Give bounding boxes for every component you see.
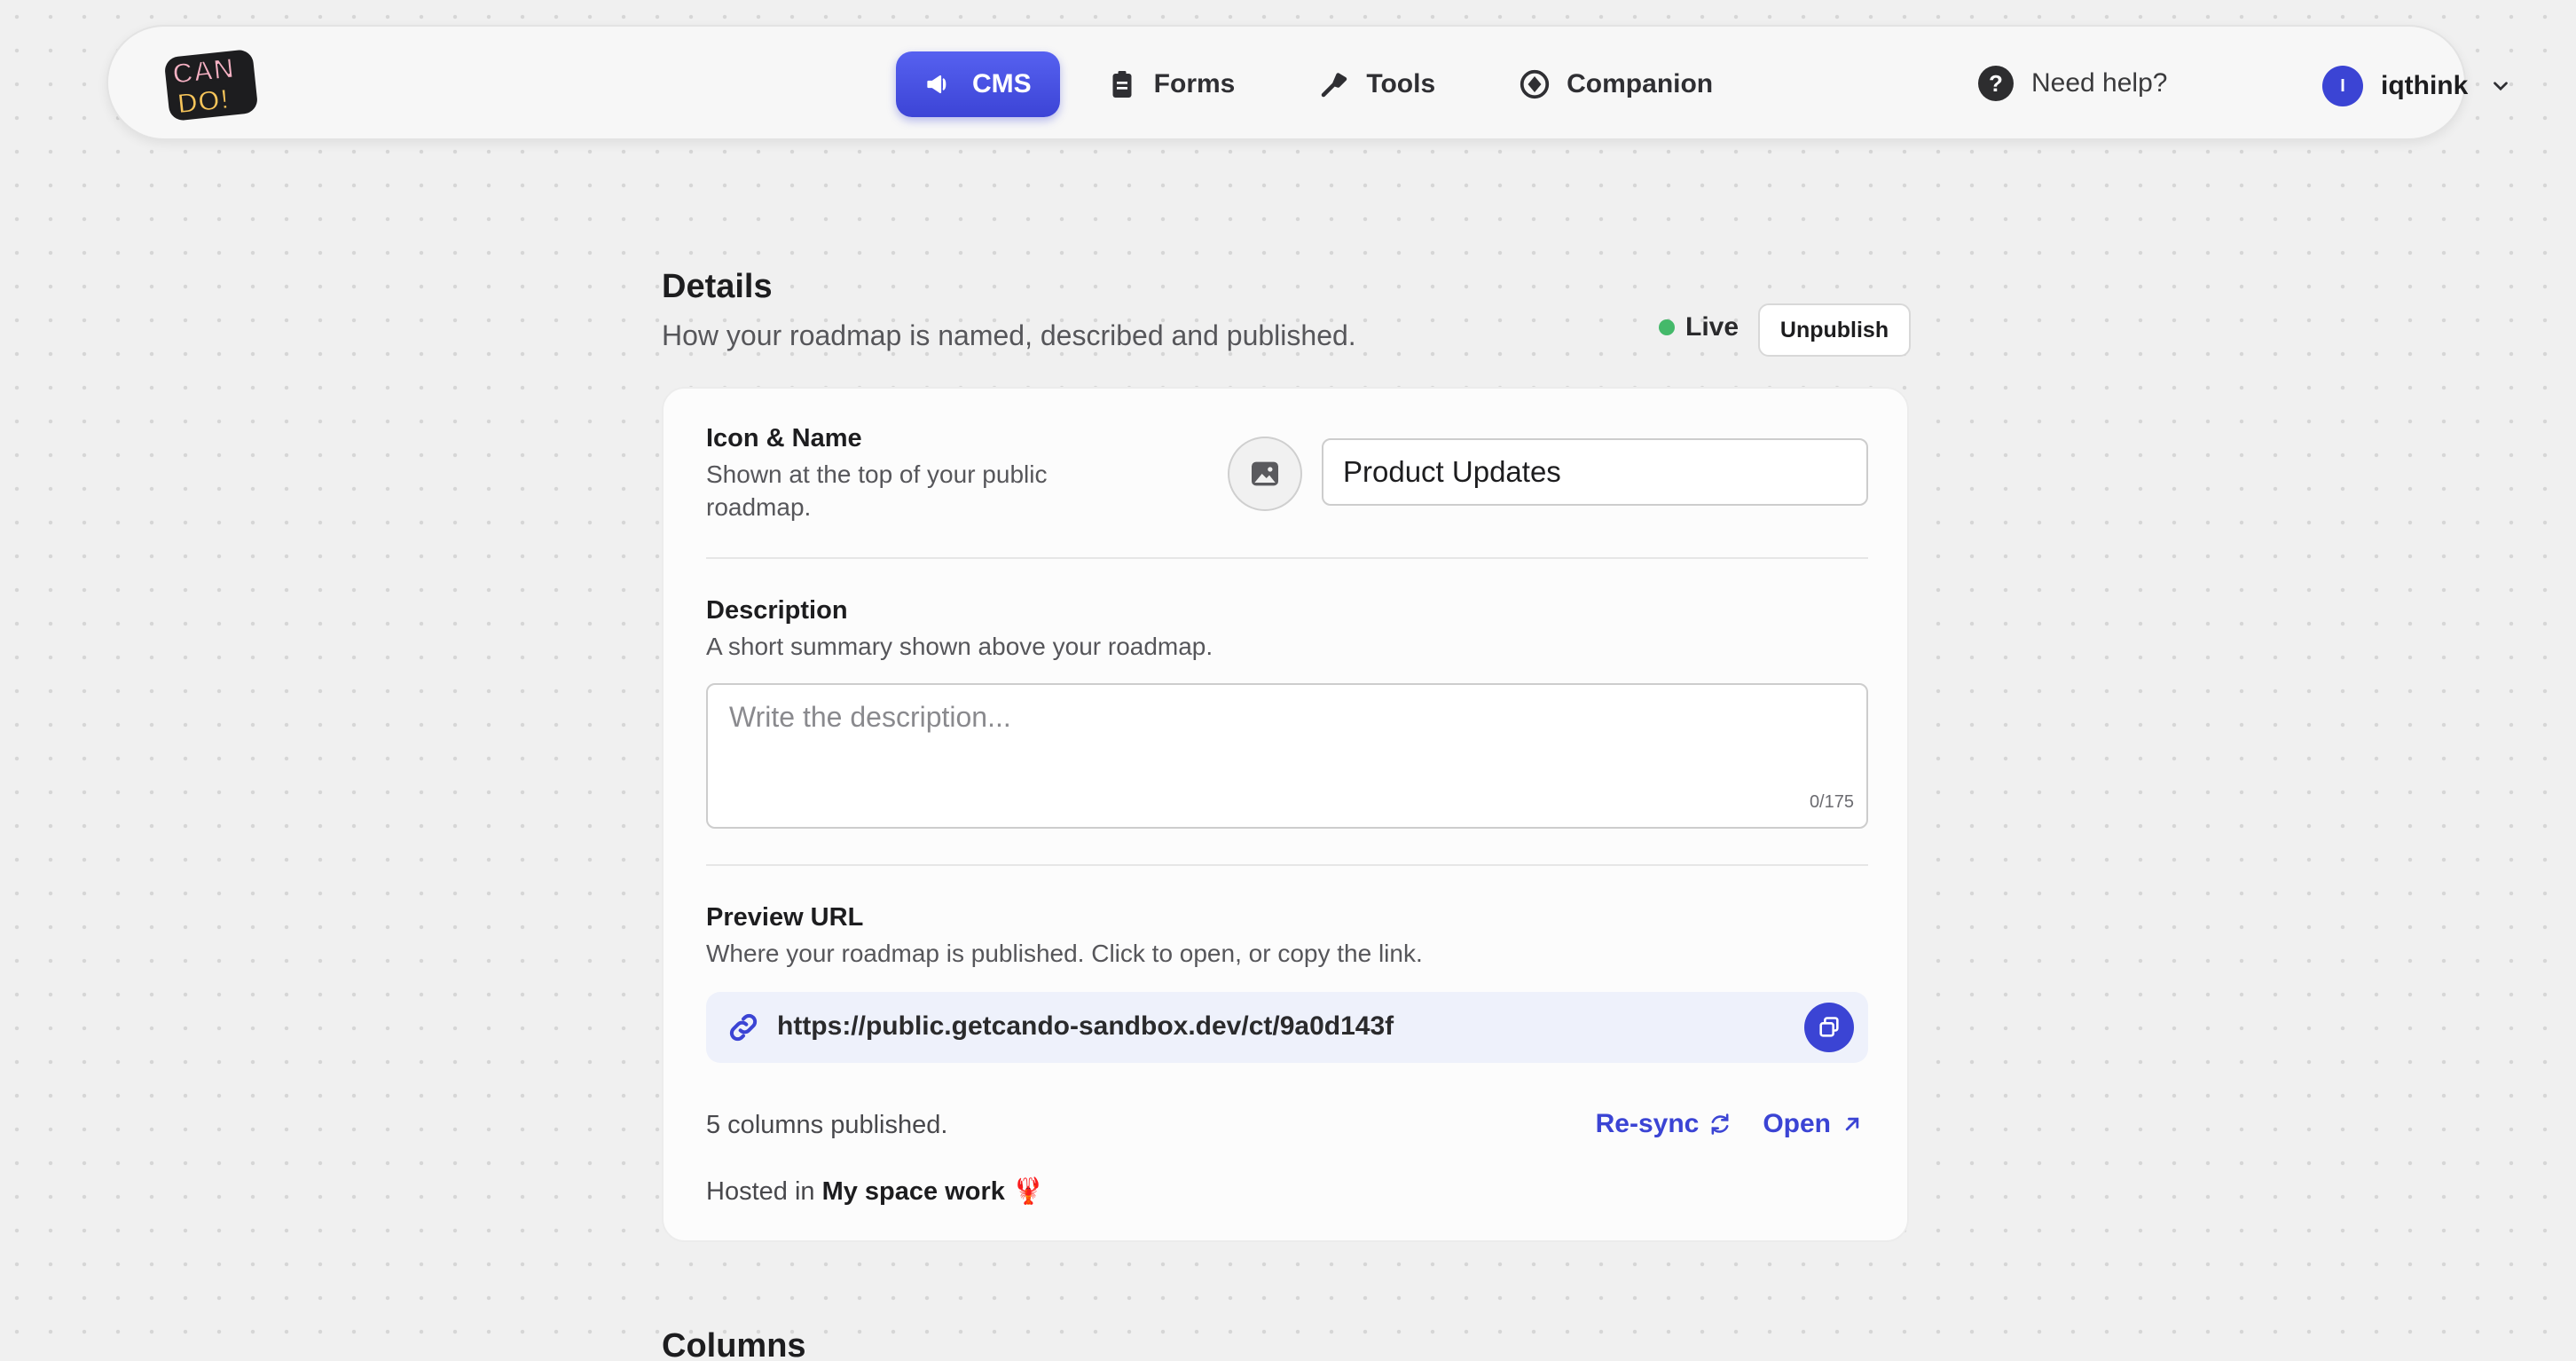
open-label: Open <box>1763 1109 1831 1138</box>
divider <box>706 864 1868 866</box>
icon-name-label: Icon & Name <box>706 424 862 452</box>
details-card: Icon & Name Shown at the top of your pub… <box>662 387 1909 1242</box>
columns-published-text: 5 columns published. <box>706 1111 948 1139</box>
companion-icon <box>1520 69 1550 99</box>
top-navigation-bar: CAN DO! CMS Forms Tools Companion ? Need… <box>106 25 2509 140</box>
resync-button[interactable]: Re-sync <box>1596 1109 1733 1139</box>
icon-name-help: Shown at the top of your public roadmap. <box>706 460 1048 521</box>
nav-tab-label: CMS <box>972 69 1032 98</box>
user-name: iqthink <box>2381 71 2469 100</box>
megaphone-icon <box>927 75 946 94</box>
link-icon <box>729 1013 758 1042</box>
divider <box>706 557 1868 559</box>
image-icon <box>1252 461 1278 486</box>
preview-url-help: Where your roadmap is published. Click t… <box>706 940 1423 967</box>
nav-tab-label: Forms <box>1153 69 1236 98</box>
url-actions: Re-sync Open <box>1596 1109 1865 1139</box>
description-field: 0/175 <box>706 683 1868 829</box>
nav-tab-companion[interactable]: Companion <box>1481 51 1750 117</box>
description-textarea[interactable] <box>708 685 1866 827</box>
need-help-label: Need help? <box>2031 68 2168 98</box>
live-dot-icon <box>1659 319 1675 335</box>
cando-logo[interactable]: CAN DO! <box>161 46 261 122</box>
nav-tab-label: Tools <box>1366 69 1436 98</box>
avatar: I <box>2322 66 2363 106</box>
open-button[interactable]: Open <box>1763 1109 1865 1139</box>
refresh-icon <box>1711 1113 1729 1135</box>
columns-section-title: Columns <box>662 1327 806 1361</box>
nav-tab-label: Companion <box>1567 69 1714 98</box>
details-title: Details <box>662 268 773 305</box>
details-subtitle: How your roadmap is named, described and… <box>662 319 1356 351</box>
nav-tab-forms[interactable]: Forms <box>1069 51 1273 117</box>
help-icon: ? <box>1978 66 2014 101</box>
description-label: Description <box>706 596 848 625</box>
lobster-emoji-icon: 🦞 <box>1011 1177 1045 1206</box>
resync-label: Re-sync <box>1595 1109 1700 1138</box>
hosted-in-text: Hosted in My space work 🦞 <box>706 1176 1044 1207</box>
icon-picker-button[interactable] <box>1228 437 1302 511</box>
clipboard-icon <box>1112 71 1132 98</box>
preview-url-label: Preview URL <box>706 903 864 932</box>
character-counter: 0/175 <box>1809 792 1854 812</box>
external-arrow-icon <box>1845 1117 1859 1131</box>
tools-icon <box>1322 73 1347 98</box>
description-help: A short summary shown above your roadmap… <box>706 633 1213 660</box>
hosted-prefix: Hosted in <box>706 1177 815 1206</box>
roadmap-name-input[interactable] <box>1322 438 1868 506</box>
nav-tab-cms[interactable]: CMS <box>896 51 1060 117</box>
preview-url-bar[interactable]: https://public.getcando-sandbox.dev/ct/9… <box>706 992 1868 1063</box>
user-menu[interactable]: I iqthink <box>2322 66 2512 106</box>
preview-url-text[interactable]: https://public.getcando-sandbox.dev/ct/9… <box>777 1011 1394 1042</box>
nav-tab-tools[interactable]: Tools <box>1281 51 1473 117</box>
hosted-space-name[interactable]: My space work <box>822 1177 1005 1206</box>
chevron-down-icon <box>2494 82 2509 91</box>
need-help-button[interactable]: ? Need help? <box>1978 66 2167 101</box>
copy-url-button[interactable] <box>1804 1003 1854 1052</box>
status-label: Live <box>1685 312 1740 342</box>
status-badge: Live <box>1659 312 1739 342</box>
unpublish-button[interactable]: Unpublish <box>1758 303 1911 357</box>
copy-icon <box>1819 1017 1839 1037</box>
main-nav: CMS Forms Tools Companion <box>896 51 1750 117</box>
svg-text:DO!: DO! <box>176 83 231 120</box>
